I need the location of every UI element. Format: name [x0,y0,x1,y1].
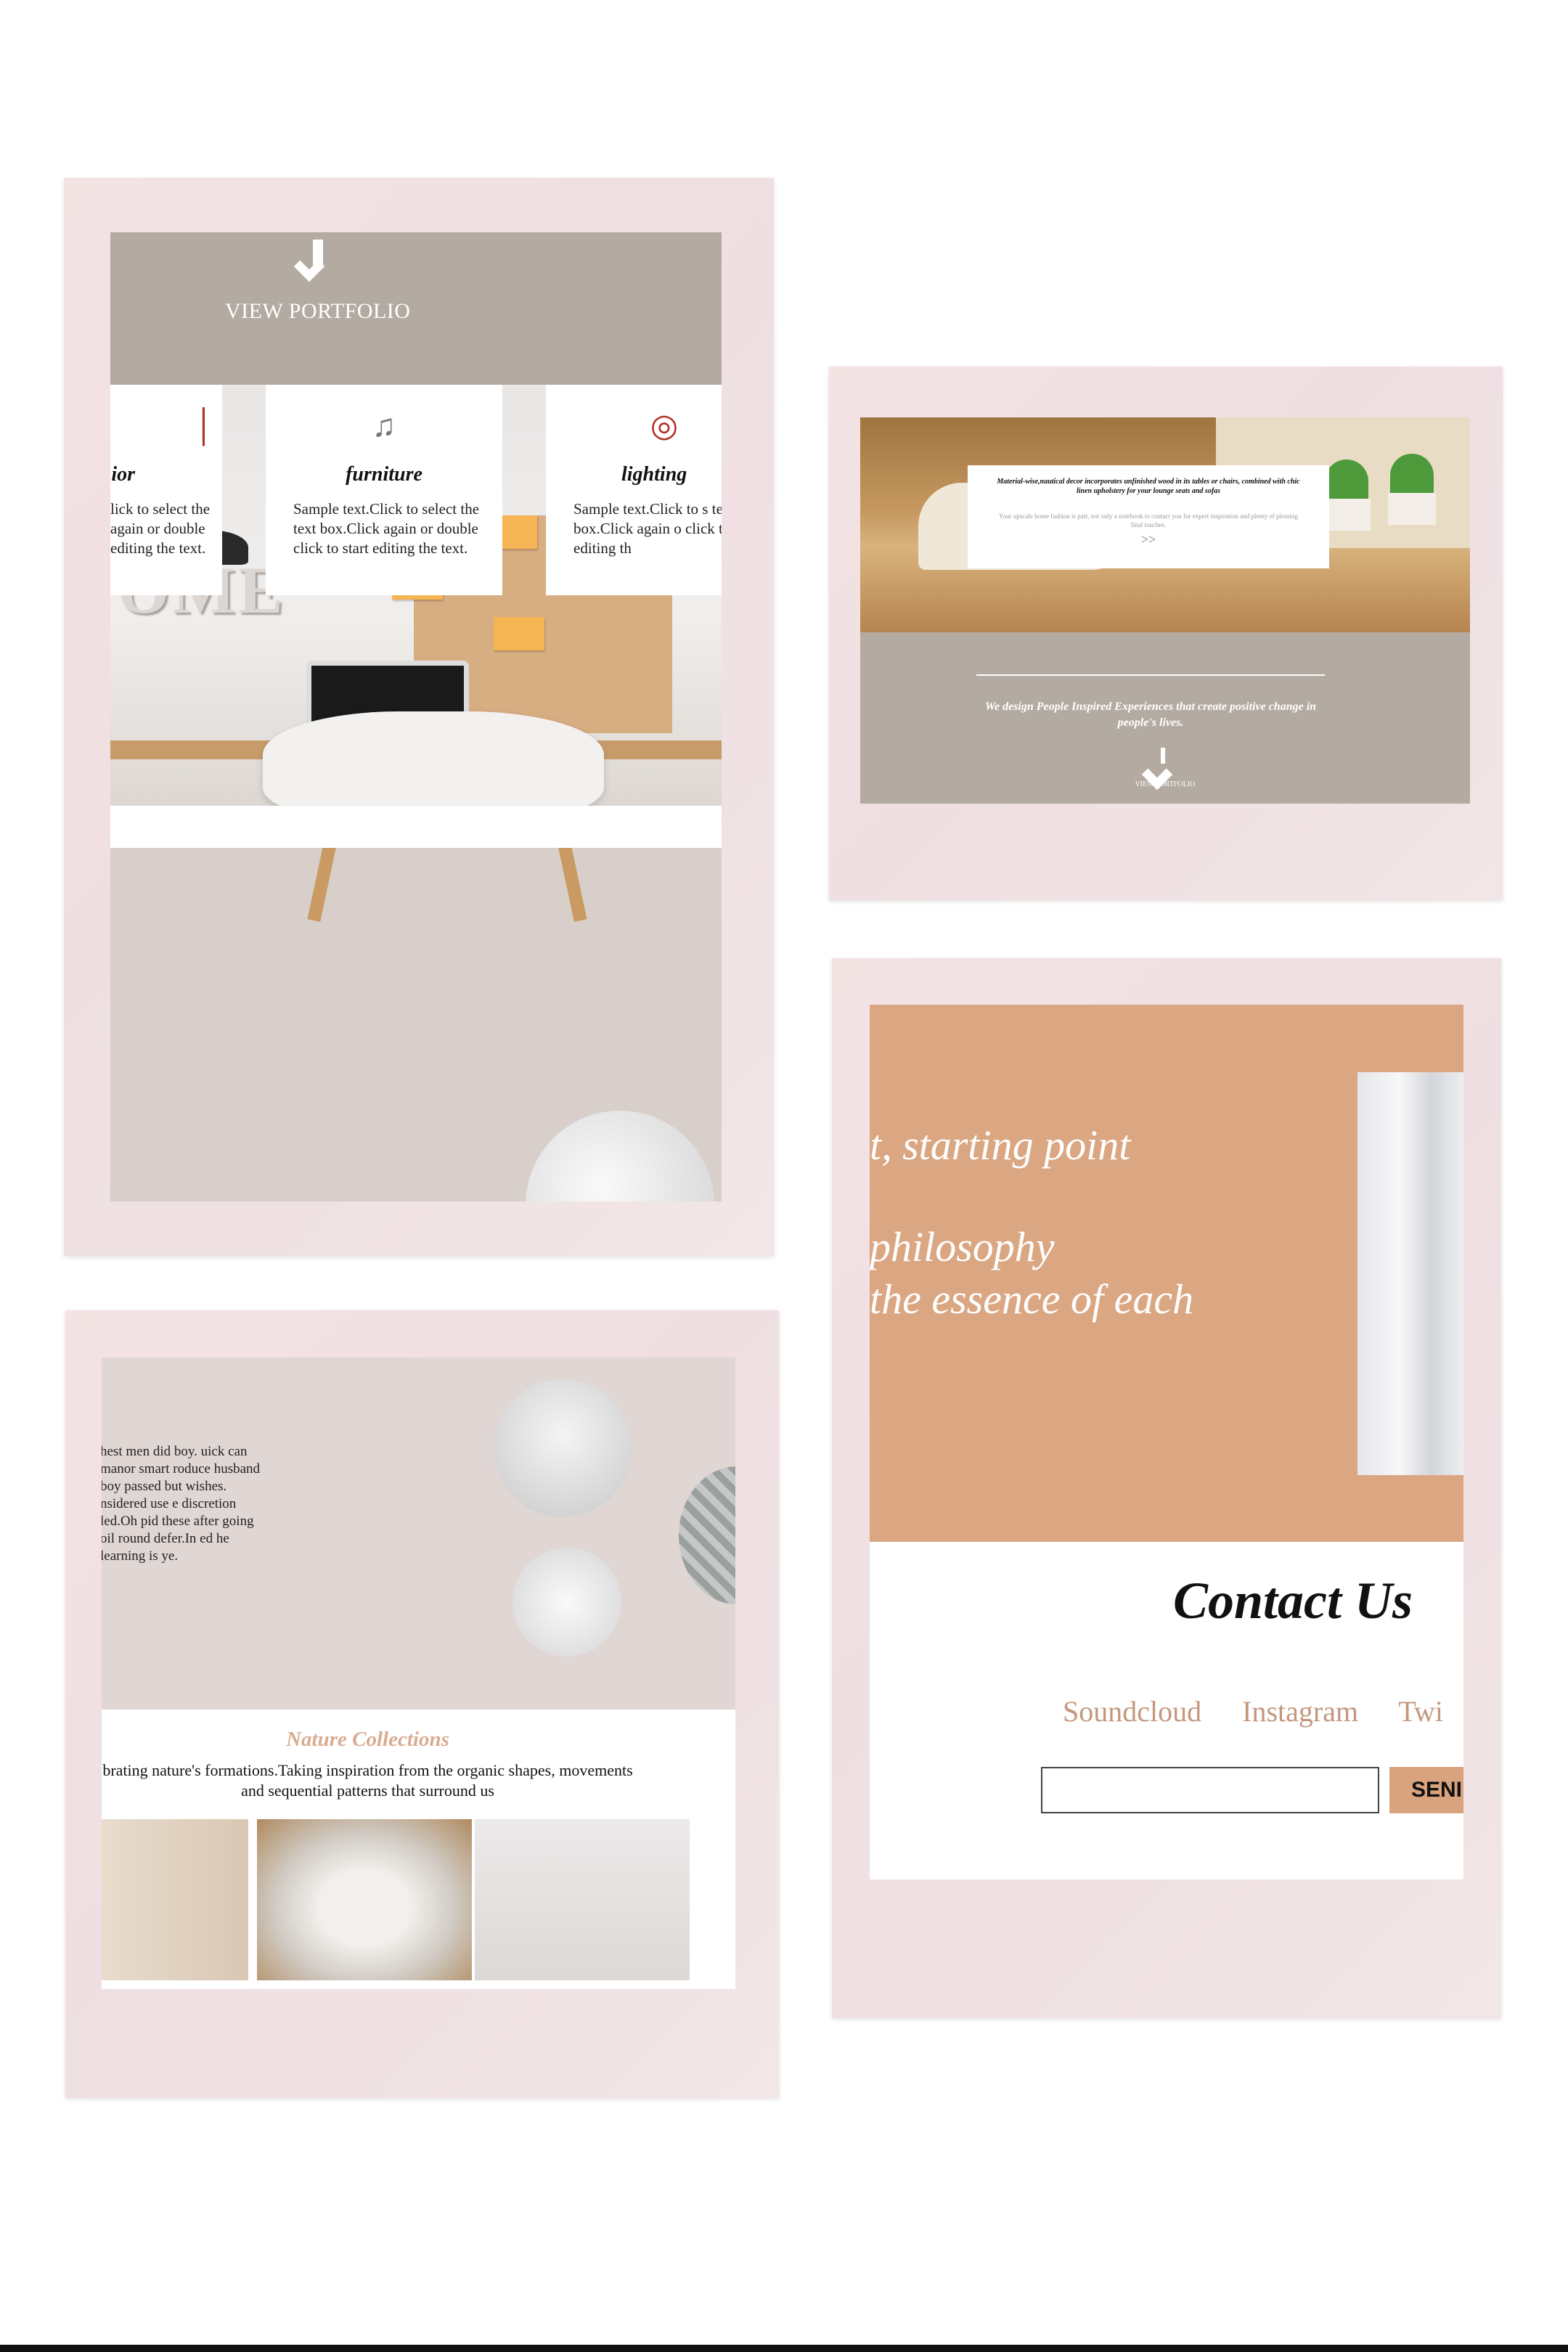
card-text: lick to select the again or double editi… [110,500,211,557]
chair [263,711,604,820]
round-thumbnail [526,1111,714,1201]
instagram-link[interactable]: Instagram [1242,1695,1358,1728]
card-title: ior [111,463,135,486]
divider-strip [110,806,722,848]
plant-pot [1388,493,1436,525]
kitchen-thumbnail [494,1379,632,1517]
divider-line [976,674,1325,676]
media-icons: ♫ [372,408,396,444]
quote-line: the essence of each [870,1275,1194,1323]
lightbulb-icon: ◎ [650,408,679,444]
sticky-note [494,617,544,650]
philosophy-band: t, starting point philosophy the essence… [870,1005,1463,1542]
tagline: We design People Inspired Experiences th… [984,701,1317,729]
feature-card-furniture[interactable]: ♫ furniture Sample text.Click to select … [266,385,502,595]
collection-tile-tableware[interactable] [257,1819,472,1980]
email-field[interactable] [1041,1767,1379,1813]
info-subtext: Your upscale home fashion is part, not o… [998,513,1298,528]
collection-tile-chair[interactable] [475,1819,690,1980]
card-title: furniture [346,463,422,486]
feature-card-decor[interactable]: │ ior lick to select the again or double… [110,385,222,595]
card-text: Sample text.Click to select the text box… [293,500,480,557]
brush-icon: │ [192,408,215,444]
plant-pot [1323,499,1371,531]
mockup-frame-portfolio: VIEW PORTFOLIO OME │ ior lick to select … [64,178,774,1256]
potted-plant [1325,460,1368,503]
feature-card-lighting[interactable]: ◎ lighting Sample text.Click to s text b… [546,385,722,595]
collections-description: brating nature's formations.Taking inspi… [102,1761,633,1800]
view-portfolio-link[interactable]: VIEW PORTFOLIO [225,299,410,324]
twitter-link[interactable]: Twi [1398,1695,1443,1728]
hero-screen: Material-wise,nautical decor incorporate… [860,417,1470,804]
arrow-down-icon[interactable] [313,240,323,269]
contact-title: Contact Us [1172,1572,1413,1630]
info-box: Material-wise,nautical decor incorporate… [968,465,1329,568]
mockup-frame-hero: Material-wise,nautical decor incorporate… [829,367,1503,900]
soundcloud-link[interactable]: Soundcloud [1063,1695,1201,1728]
tile-thumbnail [679,1466,735,1604]
arrow-down-icon[interactable] [1161,748,1165,764]
portfolio-screen: VIEW PORTFOLIO OME │ ior lick to select … [110,232,722,1201]
send-button[interactable]: SENI [1389,1767,1463,1813]
page-bottom-border [0,2345,1568,2352]
info-heading: Material-wise,nautical decor incorporate… [997,478,1300,495]
collections-screen: hest men did boy. uick can manor smart r… [102,1357,735,1989]
quote-line: philosophy [870,1223,1055,1270]
about-paragraph: hest men did boy. uick can manor smart r… [102,1444,261,1564]
collections-heading: Nature Collections [286,1728,449,1751]
card-text: Sample text.Click to s text box.Click ag… [573,500,722,557]
mockup-frame-collections: hest men did boy. uick can manor smart r… [65,1310,779,2098]
mockup-frame-contact: t, starting point philosophy the essence… [832,958,1501,2018]
collection-tile-fashion[interactable] [102,1819,248,1980]
contact-screen: t, starting point philosophy the essence… [870,1005,1463,1879]
about-section: hest men did boy. uick can manor smart r… [102,1357,735,1710]
social-links: Soundcloud Instagram Twi [1063,1694,1463,1728]
notebook-thumbnail [513,1548,621,1657]
card-title: lighting [621,463,687,486]
quote-line: t, starting point [870,1122,1131,1169]
curtain-photo [1357,1072,1463,1475]
potted-plant [1390,454,1434,497]
hero-banner: VIEW PORTFOLIO [110,232,722,385]
view-portfolio-link[interactable]: VIEW PORTFOLIO [860,780,1470,788]
more-link[interactable]: >> [968,532,1329,547]
